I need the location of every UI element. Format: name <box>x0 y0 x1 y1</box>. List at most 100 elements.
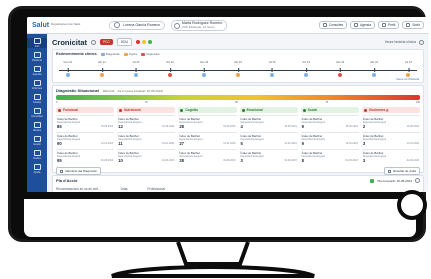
assessment-column: Nutricional Índex de Barthel Dependència l… <box>117 107 176 164</box>
entry-date: 15-05-2024 <box>345 125 358 128</box>
assessment-column: Síndromes g. Índex de Barthel Dependència … <box>361 107 420 164</box>
patient-selector[interactable]: Lorena García Romero <box>109 20 165 30</box>
visit-result-button[interactable]: Resultat de visita <box>384 167 420 175</box>
history-link[interactable]: Veure història clínica <box>385 39 424 45</box>
assessment-column-header[interactable]: Funcional <box>56 107 115 113</box>
sidebar-item-gestio[interactable]: Gestió <box>27 136 47 146</box>
assessment-entry[interactable]: Índex de Barthel Dependència lleugera 9 15-… <box>300 115 359 130</box>
entry-date: 02-09-2023 <box>100 159 114 162</box>
agenda-button[interactable]: Agenda <box>350 21 376 29</box>
sidebar-item-agenda[interactable]: Agenda <box>27 66 47 76</box>
assessment-column: Social Índex de Barthel Dependència lleuge… <box>300 107 359 164</box>
assessment-column-header[interactable]: Cognitiu <box>178 107 237 113</box>
entry-date: 02-09-2023 <box>223 159 236 162</box>
assessment-entry[interactable]: Índex de Barthel Dependència lleugera 90 10… <box>56 132 115 147</box>
risk-gradient-bar <box>56 95 420 100</box>
sidebar-item-informes[interactable]: Informes <box>27 80 47 90</box>
assessment-entry[interactable]: Índex de Barthel Dependència lleugera 95 02… <box>56 149 115 164</box>
calendar-icon <box>322 23 327 27</box>
timeline-event-marker[interactable] <box>338 73 343 77</box>
score-value: 5 <box>240 141 243 146</box>
sidebar-item-inici[interactable]: Inici <box>27 38 47 48</box>
sidebar-item-label: Alertes <box>32 129 42 132</box>
assessment-entry[interactable]: Índex de Barthel Dependència lleugera 85 15… <box>56 115 115 130</box>
assessment-entry[interactable]: Índex de Barthel Dependència lleugera 8 02-… <box>300 149 359 164</box>
timeline-track[interactable]: Veure tot l'historial Gen 22 Abr 22 Jul 22… <box>53 58 423 82</box>
logout-button[interactable]: Sortir <box>402 21 424 29</box>
logo-subtext: Departament de Salut <box>51 22 81 27</box>
calendar-icon <box>33 66 41 72</box>
entry-date: 10-01-2024 <box>100 142 114 145</box>
timeline-event-marker[interactable] <box>236 73 240 77</box>
timeline-tick: Abr 24 <box>370 61 378 72</box>
timeline-tick: Jul 23 <box>268 61 276 72</box>
assessment-entry[interactable]: Índex de Barthel Dependència lleugera 3 02-… <box>239 149 298 164</box>
assessment-entry[interactable]: Índex de Barthel Dependència lleugera 27 10… <box>178 132 237 147</box>
legend-item: Ingrés <box>123 52 137 56</box>
sidebar-item-pacients[interactable]: Pacients <box>27 52 47 62</box>
logo-text: Salut <box>32 21 50 29</box>
diagnostic-title: Diagnòstic Situacional <box>56 88 99 93</box>
professional-center: CAP Eixample, 12 hores <box>181 24 215 29</box>
year-selector[interactable]: 2024 <box>116 38 132 46</box>
timeline-event-marker[interactable] <box>167 73 172 77</box>
timeline-event-marker[interactable] <box>201 73 206 77</box>
sidebar-item-llistats[interactable]: Llistats <box>27 94 47 104</box>
entry-footer: 28 15-05-2024 <box>179 124 235 129</box>
assessment-entry[interactable]: Índex de Barthel Dependència lleugera 28 15… <box>178 115 237 130</box>
entry-footer: 2 15-05-2024 <box>363 124 419 129</box>
action-plan-row[interactable]: Recomanacions en ús de cmf... Data Profe… <box>53 185 423 192</box>
consultes-button[interactable]: Consultes <box>318 21 348 29</box>
profile-button[interactable]: Perfil <box>378 21 400 29</box>
assessment-entry[interactable]: Índex de Barthel Dependència lleugera 5 10-… <box>239 132 298 147</box>
monitor-chin <box>21 196 419 240</box>
timeline-event-marker[interactable] <box>304 73 309 77</box>
assessment-entry[interactable]: Índex de Barthel Dependència lleugera 28 02… <box>178 149 237 164</box>
timeline-tick: Abr 22 <box>98 61 106 72</box>
timeline-event-marker[interactable] <box>65 73 70 77</box>
timeline-event-marker[interactable] <box>406 73 411 77</box>
entry-date: 15-05-2024 <box>223 125 236 128</box>
entry-date: 15-05-2024 <box>284 125 297 128</box>
assessment-entry[interactable]: Índex de Barthel Dependència lleugera 11 10… <box>117 132 176 147</box>
app-logo[interactable]: Salut Departament de Salut <box>32 21 81 29</box>
timeline-title: Esdeveniments clínics <box>56 52 97 56</box>
legend-item: Diagnòstic <box>100 52 120 56</box>
timeline-event-marker[interactable] <box>133 73 138 77</box>
assessment-entry[interactable]: Índex de Barthel Dependència lleugera 3 02-… <box>361 149 420 164</box>
assessment-column-header[interactable]: Emocional <box>239 107 298 113</box>
sidebar-item-alertes[interactable]: Alertes <box>27 122 47 132</box>
menu-icon[interactable] <box>415 178 420 183</box>
sidebar-item-dades[interactable]: Dades <box>27 150 47 160</box>
shared-plan-toggle[interactable]: Pla compartit: 15-05-2024 <box>370 178 420 183</box>
assessment-column-header[interactable]: Nutricional <box>117 107 176 113</box>
timeline-event-marker[interactable] <box>372 73 377 77</box>
assessment-column-header[interactable]: Síndromes g. <box>361 107 420 113</box>
monitor-base <box>111 265 315 278</box>
sidebar: Inici Pacients Agenda Informes Llistats … <box>27 34 47 192</box>
full-history-link[interactable]: Veure tot l'historial <box>396 77 419 81</box>
sidebar-item-consultes[interactable]: Consultes <box>27 108 47 118</box>
entry-footer: 9 15-05-2024 <box>302 124 358 129</box>
assessment-column-header[interactable]: Social <box>300 107 359 113</box>
assessment-entry[interactable]: Índex de Barthel Dependència lleugera 12 15… <box>117 115 176 130</box>
assessment-entry[interactable]: Índex de Barthel Dependència lleugera 9 10-… <box>300 132 359 147</box>
assessment-entry[interactable]: Índex de Barthel Dependència lleugera 3 10-… <box>361 132 420 147</box>
diagnostic-assessment-button[interactable]: Valoració del Diagnòstic <box>56 167 101 175</box>
scale-tick: 100 <box>415 101 420 104</box>
timeline-event-marker[interactable] <box>99 73 104 77</box>
home-icon <box>33 38 41 44</box>
timeline-event-marker[interactable] <box>270 73 275 77</box>
info-icon[interactable] <box>91 39 97 45</box>
professional-selector[interactable]: Marta Rodríguez Romero CAP Eixample, 12 … <box>170 19 228 31</box>
entry-footer: 4 15-05-2024 <box>241 124 297 129</box>
assessment-entry[interactable]: Índex de Barthel Dependència lleugera 4 15-… <box>239 115 298 130</box>
timeline-card: Esdeveniments clínics Diagnòstic Ingrés … <box>52 49 424 83</box>
sidebar-item-ajuda[interactable]: Ajuda <box>27 164 47 174</box>
assessment-entry[interactable]: Índex de Barthel Dependència lleugera 2 15-… <box>361 115 420 130</box>
status-icon <box>58 108 61 112</box>
entry-footer: 85 15-05-2024 <box>57 124 113 129</box>
score-value: 85 <box>57 124 62 129</box>
patient-name: Lorena García Romero <box>123 23 160 27</box>
assessment-entry[interactable]: Índex de Barthel Dependència lleugera 10 02… <box>117 149 176 164</box>
